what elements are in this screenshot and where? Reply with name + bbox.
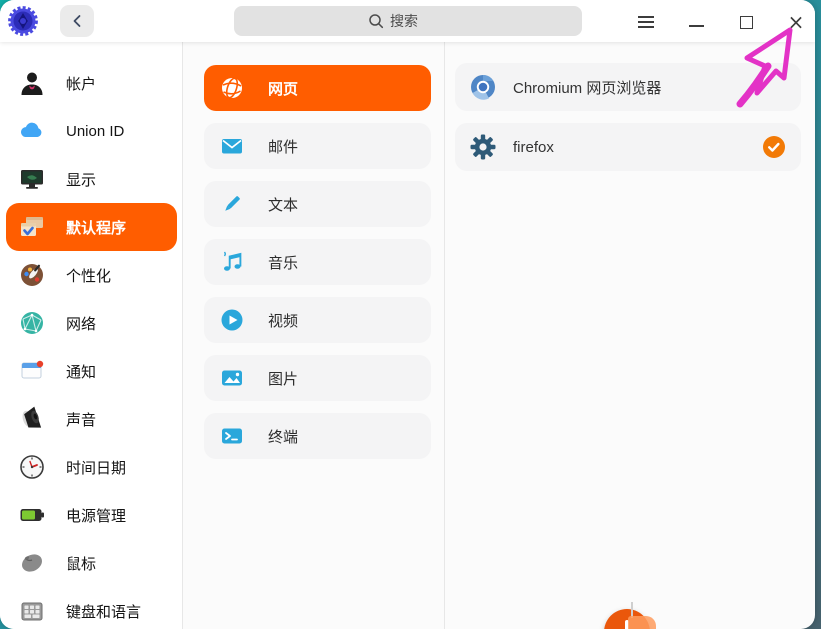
mouse-icon [21, 554, 43, 572]
category-label: 邮件 [268, 138, 299, 156]
hamburger-icon [638, 16, 654, 28]
sidebar-item-label: 个性化 [66, 267, 112, 285]
mail-icon [222, 139, 242, 154]
add-app-button[interactable] [604, 609, 650, 629]
magnifier-icon [369, 14, 384, 29]
category-terminal[interactable]: 终端 [204, 413, 431, 459]
sidebar-item-display[interactable]: 显示 [6, 155, 177, 203]
sidebar-item-personalization[interactable]: 个性化 [6, 251, 177, 299]
sidebar-item-sound[interactable]: 声音 [6, 395, 177, 443]
globe-icon [222, 77, 242, 99]
minimize-button[interactable] [678, 4, 714, 40]
sidebar-item-label: 默认程序 [66, 219, 127, 237]
pencil-icon [225, 196, 240, 211]
search-box[interactable] [234, 6, 582, 36]
titlebar: × [0, 0, 815, 42]
sidebar-item-label: Union ID [66, 122, 125, 140]
chromium-icon [471, 75, 495, 100]
speaker-icon [22, 406, 42, 428]
sidebar-item-network[interactable]: 网络 [6, 299, 177, 347]
maximize-button[interactable] [728, 4, 764, 40]
category-music[interactable]: 音乐 [204, 239, 431, 285]
sidebar-item-label: 通知 [66, 363, 97, 381]
category-picture[interactable]: 图片 [204, 355, 431, 401]
sidebar-item-notification[interactable]: 通知 [6, 347, 177, 395]
app-label: Chromium 网页浏览器 [513, 79, 662, 97]
category-mail[interactable]: 邮件 [204, 123, 431, 169]
sidebar-item-label: 时间日期 [66, 459, 127, 477]
notification-icon [21, 360, 44, 379]
chevron-left-icon [73, 15, 81, 27]
play-circle-icon [221, 309, 243, 331]
sidebar-item-default-apps[interactable]: 默认程序 [6, 203, 177, 251]
sidebar-item-union-id[interactable]: Union ID [6, 107, 177, 155]
sidebar-item-label: 键盘和语言 [66, 603, 142, 621]
sidebar-item-keyboard[interactable]: 键盘和语言 [6, 587, 177, 629]
control-center-gear-logo [8, 6, 38, 36]
category-label: 视频 [268, 312, 299, 330]
sidebar-item-label: 网络 [66, 315, 97, 333]
sidebar-item-datetime[interactable]: 时间日期 [6, 443, 177, 491]
category-label: 图片 [268, 370, 299, 388]
sidebar-item-label: 电源管理 [66, 507, 127, 525]
category-label: 音乐 [268, 254, 299, 272]
sidebar-item-account[interactable]: 帐户 [6, 59, 177, 107]
category-video[interactable]: 视频 [204, 297, 431, 343]
user-icon [21, 72, 43, 95]
sidebar-item-power[interactable]: 电源管理 [6, 491, 177, 539]
keyboard-icon [21, 602, 43, 621]
menu-button[interactable] [628, 4, 664, 40]
back-button[interactable] [60, 5, 94, 37]
sidebar-item-label: 鼠标 [66, 555, 97, 573]
gear-icon [470, 134, 496, 160]
sidebar-list: 帐户 Union ID 显示 默认程序 个性化 网络 通知 声音 时间日期 电源… [0, 59, 183, 629]
cloud-icon [20, 122, 42, 137]
column-divider [444, 42, 445, 629]
sidebar-item-label: 帐户 [66, 75, 97, 93]
category-list: 网页 邮件 文本 音乐 视频 图片 终端 [204, 65, 431, 471]
network-globe-icon [21, 312, 43, 334]
display-icon [21, 170, 43, 189]
category-label: 终端 [268, 428, 299, 446]
sidebar-item-label: 声音 [66, 411, 97, 429]
minimize-icon [688, 25, 704, 27]
search-input[interactable] [390, 13, 448, 29]
control-center-window: × 帐户 [0, 0, 815, 629]
close-button[interactable]: × [778, 4, 814, 40]
terminal-icon [222, 428, 242, 444]
palette-icon [21, 264, 43, 286]
picture-icon [222, 370, 242, 386]
check-circle-icon [763, 136, 785, 158]
maximize-icon [739, 15, 753, 29]
sidebar-item-label: 显示 [66, 171, 97, 189]
category-label: 网页 [268, 80, 299, 98]
app-item-chromium[interactable]: Chromium 网页浏览器 [455, 63, 801, 111]
default-apps-icon [21, 217, 43, 236]
category-label: 文本 [268, 196, 299, 214]
close-icon: × [787, 10, 805, 34]
battery-icon [20, 509, 44, 521]
sidebar-item-mouse[interactable]: 鼠标 [6, 539, 177, 587]
app-label: firefox [513, 138, 554, 156]
music-note-icon [223, 251, 242, 271]
sidebar: 帐户 Union ID 显示 默认程序 个性化 网络 通知 声音 时间日期 电源… [0, 42, 183, 629]
app-list: Chromium 网页浏览器 firefox [455, 63, 801, 183]
content-area: 帐户 Union ID 显示 默认程序 个性化 网络 通知 声音 时间日期 电源… [0, 42, 815, 629]
category-text[interactable]: 文本 [204, 181, 431, 227]
category-web[interactable]: 网页 [204, 65, 431, 111]
app-item-firefox[interactable]: firefox [455, 123, 801, 171]
desktop-background: × 帐户 [0, 0, 821, 629]
clock-icon [20, 455, 44, 479]
